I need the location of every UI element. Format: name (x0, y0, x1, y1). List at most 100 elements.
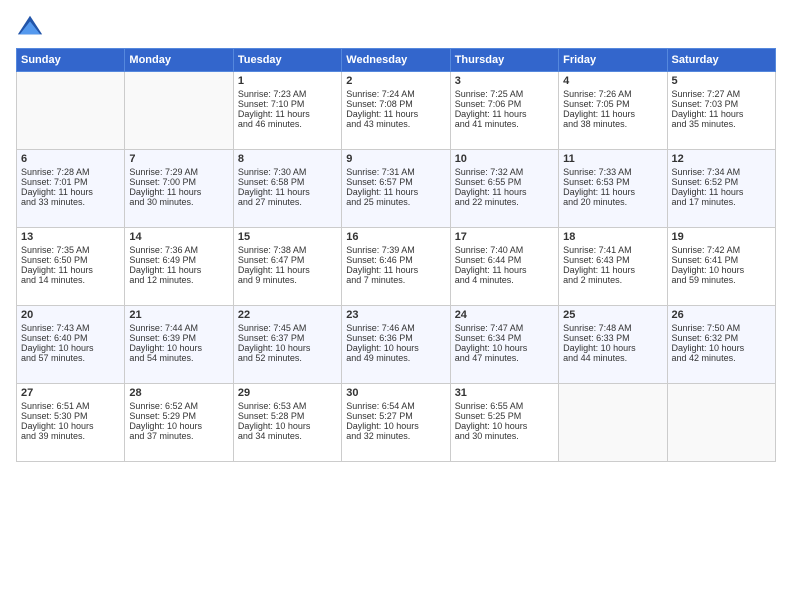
cell-info-line: and 27 minutes. (238, 197, 337, 207)
cell-info-line: Daylight: 11 hours (455, 109, 554, 119)
calendar-cell: 7Sunrise: 7:29 AMSunset: 7:00 PMDaylight… (125, 150, 233, 228)
cell-info-line: Sunrise: 7:43 AM (21, 323, 120, 333)
cell-info-line: Sunset: 5:27 PM (346, 411, 445, 421)
cell-info-line: Daylight: 11 hours (455, 265, 554, 275)
day-number: 24 (455, 309, 554, 321)
day-number: 15 (238, 231, 337, 243)
calendar-cell (667, 384, 775, 462)
calendar-week-row: 1Sunrise: 7:23 AMSunset: 7:10 PMDaylight… (17, 72, 776, 150)
cell-info-line: and 22 minutes. (455, 197, 554, 207)
cell-info-line: Sunrise: 6:51 AM (21, 401, 120, 411)
cell-info-line: and 46 minutes. (238, 119, 337, 129)
calendar-cell: 5Sunrise: 7:27 AMSunset: 7:03 PMDaylight… (667, 72, 775, 150)
cell-info-line: Daylight: 11 hours (129, 187, 228, 197)
cell-info-line: Sunset: 6:32 PM (672, 333, 771, 343)
cell-info-line: Sunset: 6:52 PM (672, 177, 771, 187)
cell-info-line: Sunset: 6:40 PM (21, 333, 120, 343)
cell-info-line: Daylight: 11 hours (238, 265, 337, 275)
cell-info-line: and 25 minutes. (346, 197, 445, 207)
cell-info-line: Sunset: 6:58 PM (238, 177, 337, 187)
cell-info-line: Sunset: 6:33 PM (563, 333, 662, 343)
day-number: 26 (672, 309, 771, 321)
cell-info-line: Daylight: 10 hours (238, 421, 337, 431)
cell-info-line: Sunrise: 6:55 AM (455, 401, 554, 411)
cell-info-line: Sunrise: 6:53 AM (238, 401, 337, 411)
cell-info-line: Sunset: 7:10 PM (238, 99, 337, 109)
cell-info-line: Sunset: 6:43 PM (563, 255, 662, 265)
calendar-table: SundayMondayTuesdayWednesdayThursdayFrid… (16, 48, 776, 462)
cell-info-line: Daylight: 10 hours (21, 343, 120, 353)
cell-info-line: Sunset: 6:34 PM (455, 333, 554, 343)
cell-info-line: Sunset: 5:25 PM (455, 411, 554, 421)
day-number: 30 (346, 387, 445, 399)
cell-info-line: Sunset: 5:28 PM (238, 411, 337, 421)
cell-info-line: Daylight: 11 hours (563, 109, 662, 119)
cell-info-line: Sunset: 7:05 PM (563, 99, 662, 109)
cell-info-line: Daylight: 11 hours (238, 187, 337, 197)
cell-info-line: Sunrise: 7:28 AM (21, 167, 120, 177)
day-number: 18 (563, 231, 662, 243)
cell-info-line: and 14 minutes. (21, 275, 120, 285)
calendar-cell: 14Sunrise: 7:36 AMSunset: 6:49 PMDayligh… (125, 228, 233, 306)
calendar-cell: 29 Sunrise: 6:53 AMSunset: 5:28 PMDayligh… (233, 384, 341, 462)
weekday-header: Tuesday (233, 49, 341, 72)
calendar-cell (17, 72, 125, 150)
cell-info-line: and 39 minutes. (21, 431, 120, 441)
cell-info-line: Sunrise: 7:34 AM (672, 167, 771, 177)
weekday-header: Wednesday (342, 49, 450, 72)
cell-info-line: and 59 minutes. (672, 275, 771, 285)
calendar-cell: 27Sunrise: 6:51 AMSunset: 5:30 PMDayligh… (17, 384, 125, 462)
cell-info-line: and 20 minutes. (563, 197, 662, 207)
day-number: 13 (21, 231, 120, 243)
cell-info-line: Daylight: 10 hours (455, 343, 554, 353)
cell-info-line: Sunrise: 7:42 AM (672, 245, 771, 255)
cell-info-line: Sunrise: 7:32 AM (455, 167, 554, 177)
cell-info-line: Sunrise: 7:26 AM (563, 89, 662, 99)
calendar-cell (125, 72, 233, 150)
weekday-header: Sunday (17, 49, 125, 72)
cell-info-line: Sunset: 6:46 PM (346, 255, 445, 265)
day-number: 16 (346, 231, 445, 243)
calendar-cell: 4 Sunrise: 7:26 AMSunset: 7:05 PMDaylight… (559, 72, 667, 150)
cell-info-line: and 57 minutes. (21, 353, 120, 363)
weekday-header: Friday (559, 49, 667, 72)
calendar-cell: 13Sunrise: 7:35 AMSunset: 6:50 PMDayligh… (17, 228, 125, 306)
calendar-cell: 1Sunrise: 7:23 AMSunset: 7:10 PMDaylight… (233, 72, 341, 150)
calendar-cell: 25Sunrise: 7:48 AMSunset: 6:33 PMDayligh… (559, 306, 667, 384)
day-number: 29 (238, 387, 337, 399)
day-number: 19 (672, 231, 771, 243)
cell-info-line: Sunset: 5:29 PM (129, 411, 228, 421)
cell-info-line: Sunrise: 7:24 AM (346, 89, 445, 99)
cell-info-line: Sunset: 6:39 PM (129, 333, 228, 343)
cell-info-line: Sunset: 5:30 PM (21, 411, 120, 421)
cell-info-line: and 17 minutes. (672, 197, 771, 207)
cell-info-line: Daylight: 10 hours (21, 421, 120, 431)
cell-info-line: and 30 minutes. (129, 197, 228, 207)
logo-icon (16, 12, 44, 40)
calendar-body: 1Sunrise: 7:23 AMSunset: 7:10 PMDaylight… (17, 72, 776, 462)
cell-info-line: Daylight: 11 hours (129, 265, 228, 275)
page-header (16, 12, 776, 40)
calendar-cell: 15Sunrise: 7:38 AMSunset: 6:47 PMDayligh… (233, 228, 341, 306)
cell-info-line: Sunset: 6:57 PM (346, 177, 445, 187)
cell-info-line: Daylight: 10 hours (455, 421, 554, 431)
cell-info-line: and 47 minutes. (455, 353, 554, 363)
day-number: 9 (346, 153, 445, 165)
day-number: 6 (21, 153, 120, 165)
cell-info-line: Daylight: 11 hours (21, 187, 120, 197)
cell-info-line: Daylight: 11 hours (672, 187, 771, 197)
cell-info-line: Daylight: 11 hours (346, 265, 445, 275)
cell-info-line: Sunset: 6:47 PM (238, 255, 337, 265)
cell-info-line: Sunrise: 7:27 AM (672, 89, 771, 99)
day-number: 3 (455, 75, 554, 87)
cell-info-line: Sunset: 6:49 PM (129, 255, 228, 265)
day-number: 8 (238, 153, 337, 165)
cell-info-line: Sunrise: 7:39 AM (346, 245, 445, 255)
cell-info-line: Sunrise: 6:54 AM (346, 401, 445, 411)
calendar-cell: 22Sunrise: 7:45 AMSunset: 6:37 PMDayligh… (233, 306, 341, 384)
day-number: 4 (563, 75, 662, 87)
cell-info-line: and 42 minutes. (672, 353, 771, 363)
calendar-week-row: 27Sunrise: 6:51 AMSunset: 5:30 PMDayligh… (17, 384, 776, 462)
cell-info-line: and 38 minutes. (563, 119, 662, 129)
cell-info-line: Sunrise: 7:29 AM (129, 167, 228, 177)
